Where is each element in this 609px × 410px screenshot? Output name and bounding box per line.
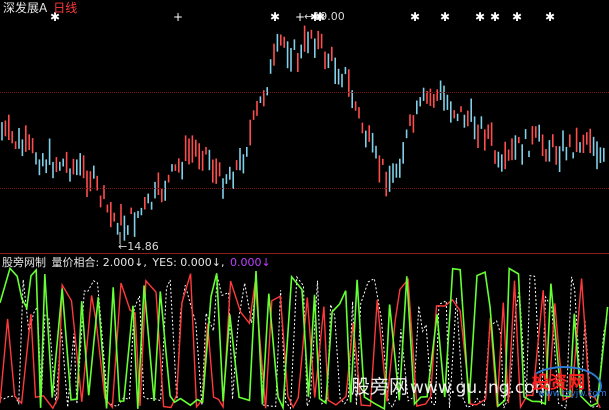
indicator-header: 股旁网制 量价相合: 2.000↓, YES: 0.000↓, 0.000↓	[2, 256, 273, 269]
indicator-value-2: YES: 0.000↓,	[152, 256, 225, 269]
signal-marker-icon: ✱	[475, 10, 485, 24]
signal-marker-icon: +	[173, 10, 183, 24]
signal-marker-icon: ✱	[512, 10, 522, 24]
indicator-value-3: 0.000↓	[229, 256, 271, 269]
stock-chart-window: ✱ + ✱ + ✱ ✱ ✱ ✱ ✱ ✱ ✱ ✱ 深发展A 日线 ←19.00 ←14.86 股旁网制 量…	[0, 0, 609, 410]
watermark-site-text: 股旁网	[351, 376, 409, 398]
signal-marker-icon: ✱	[440, 10, 450, 24]
high-price-label: ←19.00	[304, 10, 345, 23]
indicator-value-1: 量价相合: 2.000↓,	[51, 256, 147, 269]
price-panel[interactable]: ✱ + ✱ + ✱ ✱ ✱ ✱ ✱ ✱ ✱ ✱ 深发展A 日线 ←19.00 ←14.86	[0, 0, 609, 254]
site-logo: 投资网 www.tzyjw.com	[522, 366, 607, 406]
signal-marker-icon: ✱	[270, 10, 280, 24]
stock-name[interactable]: 深发展A	[3, 1, 47, 15]
signal-marker-icon: ✱	[545, 10, 555, 24]
price-gridline	[0, 188, 609, 189]
price-gridline	[0, 92, 609, 93]
indicator-name[interactable]: 股旁网制	[2, 256, 46, 269]
signal-marker-icon: ✱	[410, 10, 420, 24]
candlestick-chart[interactable]: ✱ + ✱ + ✱✱ ✱ ✱ ✱ ✱ ✱ ✱	[0, 0, 609, 254]
low-price-label: ←14.86	[118, 240, 159, 253]
chart-header: 深发展A 日线	[3, 1, 77, 15]
signal-marker-icon: ✱	[490, 10, 500, 24]
panel-divider	[0, 253, 609, 254]
period-label[interactable]: 日线	[53, 1, 77, 15]
logo-subtext: www.tzyjw.com	[538, 389, 607, 399]
